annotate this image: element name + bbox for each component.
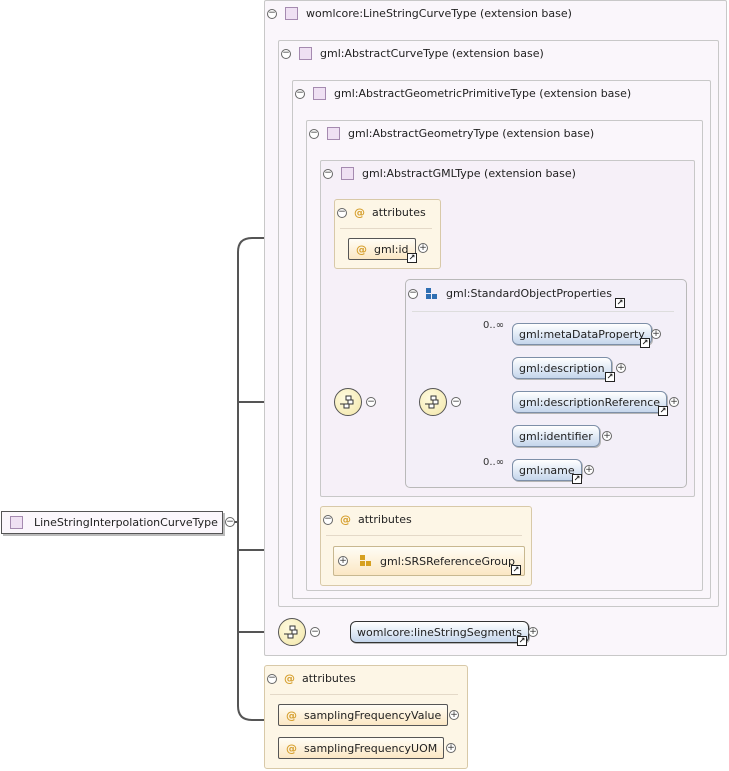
occurrence-label: 0..∞ [483,320,505,331]
complex-type-icon [313,87,326,100]
expand-icon[interactable]: + [528,627,538,637]
attribute-label: gml:id [374,242,409,256]
attributes-title: attributes [358,513,412,526]
group-label: gml:StandardObjectProperties [446,287,612,300]
extension-header-abstractgeometricprimitive[interactable]: − gml:AbstractGeometricPrimitiveType (ex… [295,87,631,100]
root-type-node[interactable]: LineStringInterpolationCurveType [1,511,223,534]
expand-icon[interactable]: + [669,397,679,407]
collapse-icon[interactable]: − [323,514,333,525]
collapse-icon[interactable]: − [310,627,320,637]
expand-icon[interactable]: + [449,710,459,720]
element-label: gml:description [519,361,605,375]
collapse-icon[interactable]: − [337,207,347,218]
attribute-group-srsreferencegroup[interactable]: + gml:SRSReferenceGroup [333,546,525,576]
root-type-label: LineStringInterpolationCurveType [34,516,218,529]
collapse-icon[interactable]: − [281,48,291,59]
element-label: gml:metaDataProperty [519,327,645,341]
expand-icon[interactable]: + [584,465,594,475]
collapse-icon[interactable]: − [451,397,461,407]
group-header[interactable]: − gml:StandardObjectProperties [408,287,612,300]
attribute-group-icon [360,555,372,567]
link-arrow-icon[interactable]: ↗ [572,474,582,484]
element-label: gml:identifier [519,429,593,443]
attribute-group-label: gml:SRSReferenceGroup [380,554,515,568]
link-arrow-icon[interactable]: ↗ [407,253,417,263]
collapse-icon[interactable]: − [267,8,277,19]
gml-attributes-header[interactable]: − @ attributes [337,206,426,219]
extension-label: gml:AbstractGMLType (extension base) [362,167,576,180]
expand-icon[interactable]: + [418,243,428,253]
sequence-compositor-icon[interactable] [419,388,447,416]
complex-type-icon [10,516,23,529]
element-linestringsegments[interactable]: womlcore:lineStringSegments [350,621,529,643]
extension-label: womlcore:LineStringCurveType (extension … [306,7,572,20]
collapse-icon[interactable]: − [408,288,418,299]
extension-label: gml:AbstractGeometricPrimitiveType (exte… [334,87,632,100]
element-metadataproperty[interactable]: gml:metaDataProperty [512,323,652,345]
extension-label: gml:AbstractGeometryType (extension base… [348,127,595,140]
attribute-at-icon: @ [284,672,295,685]
element-label: gml:name [519,463,575,477]
attribute-at-icon: @ [340,513,351,526]
collapse-icon[interactable]: − [267,673,277,684]
extension-header-linestringcurve[interactable]: − womlcore:LineStringCurveType (extensio… [267,7,572,20]
attribute-gml-id[interactable]: @ gml:id [348,238,416,260]
link-arrow-icon[interactable]: ↗ [517,636,527,646]
link-arrow-icon[interactable]: ↗ [615,298,625,308]
element-identifier[interactable]: gml:identifier [512,425,600,447]
element-description[interactable]: gml:description [512,357,612,379]
link-arrow-icon[interactable]: ↗ [658,406,668,416]
extension-header-abstractgml[interactable]: − gml:AbstractGMLType (extension base) [323,167,576,180]
element-label: gml:descriptionReference [519,395,661,409]
own-attributes-header[interactable]: − @ attributes [267,672,356,685]
collapse-icon[interactable]: − [323,168,333,179]
attribute-at-icon: @ [356,242,367,256]
expand-icon[interactable]: + [616,363,626,373]
sequence-compositor-icon[interactable] [278,618,306,646]
attribute-at-icon: @ [286,708,297,722]
attribute-at-icon: @ [354,206,365,219]
expand-icon[interactable]: + [602,431,612,441]
attribute-label: samplingFrequencyValue [304,708,442,722]
element-descriptionreference[interactable]: gml:descriptionReference [512,391,668,413]
link-arrow-icon[interactable]: ↗ [511,565,521,575]
attributes-title: attributes [372,206,426,219]
extension-header-abstractgeometry[interactable]: − gml:AbstractGeometryType (extension ba… [309,127,594,140]
complex-type-icon [299,47,312,60]
expand-icon[interactable]: + [338,556,348,566]
complex-type-icon [285,7,298,20]
link-arrow-icon[interactable]: ↗ [605,372,615,382]
attribute-at-icon: @ [286,741,297,755]
attribute-label: samplingFrequencyUOM [304,741,438,755]
expand-icon[interactable]: + [651,329,661,339]
link-arrow-icon[interactable]: ↗ [640,338,650,348]
attribute-samplingfrequencyvalue[interactable]: @ samplingFrequencyValue [278,704,449,726]
complex-type-icon [327,127,340,140]
group-icon [426,287,438,300]
divider [412,311,674,312]
sequence-compositor-icon[interactable] [334,388,362,416]
geometry-attributes-header[interactable]: − @ attributes [323,513,412,526]
expand-icon[interactable]: + [446,743,456,753]
collapse-icon[interactable]: − [225,517,235,527]
collapse-icon[interactable]: − [309,128,319,139]
divider [270,694,458,695]
attribute-samplingfrequencyuom[interactable]: @ samplingFrequencyUOM [278,737,445,759]
collapse-icon[interactable]: − [366,397,376,407]
collapse-icon[interactable]: − [295,88,305,99]
extension-label: gml:AbstractCurveType (extension base) [320,47,544,60]
attributes-title: attributes [302,672,356,685]
extension-header-abstractcurve[interactable]: − gml:AbstractCurveType (extension base) [281,47,544,60]
element-label: womlcore:lineStringSegments [357,625,522,639]
occurrence-label: 0..∞ [483,457,505,468]
divider [326,535,522,536]
complex-type-icon [341,167,354,180]
divider [340,228,432,229]
